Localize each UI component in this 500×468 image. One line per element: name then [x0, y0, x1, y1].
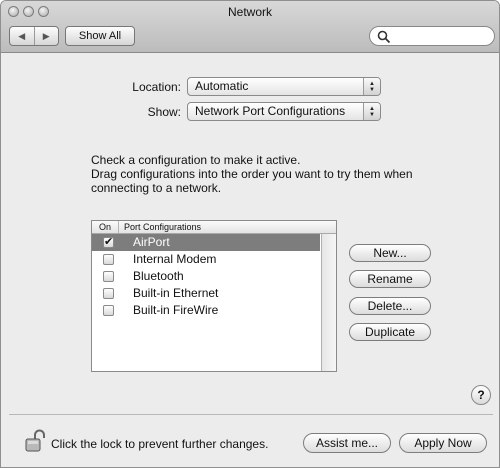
list-item[interactable]: Built-in FireWire — [92, 302, 320, 319]
column-header-on[interactable]: On — [92, 221, 119, 233]
port-label: Internal Modem — [133, 252, 217, 266]
instruction-line: Check a configuration to make it active. — [91, 153, 301, 167]
instruction-line: Drag configurations into the order you w… — [91, 167, 413, 181]
list-item[interactable]: Bluetooth — [92, 268, 320, 285]
list-item[interactable]: Built-in Ethernet — [92, 285, 320, 302]
enable-checkbox[interactable] — [103, 271, 114, 282]
instruction-line: connecting to a network. — [91, 181, 222, 195]
popup-arrows-icon: ▲ ▼ — [363, 78, 380, 95]
network-preferences-window: Network ◀ ▶ Show All Location: Automatic… — [0, 0, 500, 468]
enable-checkbox[interactable] — [103, 254, 114, 265]
location-value: Automatic — [195, 79, 249, 93]
enable-checkbox[interactable]: ✔ — [103, 237, 114, 248]
port-label: Bluetooth — [133, 269, 184, 283]
delete-button[interactable]: Delete... — [349, 297, 431, 315]
show-label: Show: — [147, 105, 181, 119]
list-scrollbar[interactable] — [321, 234, 336, 371]
list-item[interactable]: Internal Modem — [92, 251, 320, 268]
assist-me-button[interactable]: Assist me... — [303, 433, 391, 453]
help-button[interactable]: ? — [471, 385, 491, 405]
search-field[interactable] — [369, 26, 495, 46]
back-forward-control: ◀ ▶ — [9, 26, 59, 46]
enable-checkbox[interactable] — [103, 288, 114, 299]
port-label: Built-in Ethernet — [133, 286, 219, 300]
new-button[interactable]: New... — [349, 244, 431, 262]
lock-message: Click the lock to prevent further change… — [51, 437, 269, 451]
port-configurations-list: On Port Configurations ✔ AirPort Internal … — [91, 220, 337, 372]
port-label: Built-in FireWire — [133, 303, 219, 317]
window-title: Network — [227, 5, 272, 19]
enable-checkbox[interactable] — [103, 305, 114, 316]
rename-button[interactable]: Rename — [349, 270, 431, 288]
apply-now-button[interactable]: Apply Now — [399, 433, 487, 453]
list-item[interactable]: ✔ AirPort — [92, 234, 320, 251]
port-label: AirPort — [133, 235, 170, 249]
popup-arrows-icon: ▲ ▼ — [363, 103, 380, 120]
footer-divider — [9, 414, 493, 415]
column-header-port-configurations[interactable]: Port Configurations — [124, 221, 201, 233]
show-popup[interactable]: Network Port Configurations ▲ ▼ — [187, 102, 381, 121]
show-all-button[interactable]: Show All — [65, 26, 135, 46]
back-button[interactable]: ◀ — [10, 27, 34, 45]
instructions-text: Check a configuration to make it active.… — [91, 153, 431, 195]
titlebar: Network ◀ ▶ Show All — [1, 1, 499, 53]
forward-button[interactable]: ▶ — [33, 27, 59, 45]
search-icon — [377, 30, 391, 44]
lock-icon[interactable] — [25, 429, 47, 453]
location-popup[interactable]: Automatic ▲ ▼ — [187, 77, 381, 96]
show-value: Network Port Configurations — [195, 104, 346, 118]
port-rows: ✔ AirPort Internal Modem Bluetooth Built-in … — [92, 234, 320, 319]
list-header: On Port Configurations — [92, 221, 336, 234]
location-label: Location: — [132, 80, 181, 94]
duplicate-button[interactable]: Duplicate — [349, 323, 431, 341]
